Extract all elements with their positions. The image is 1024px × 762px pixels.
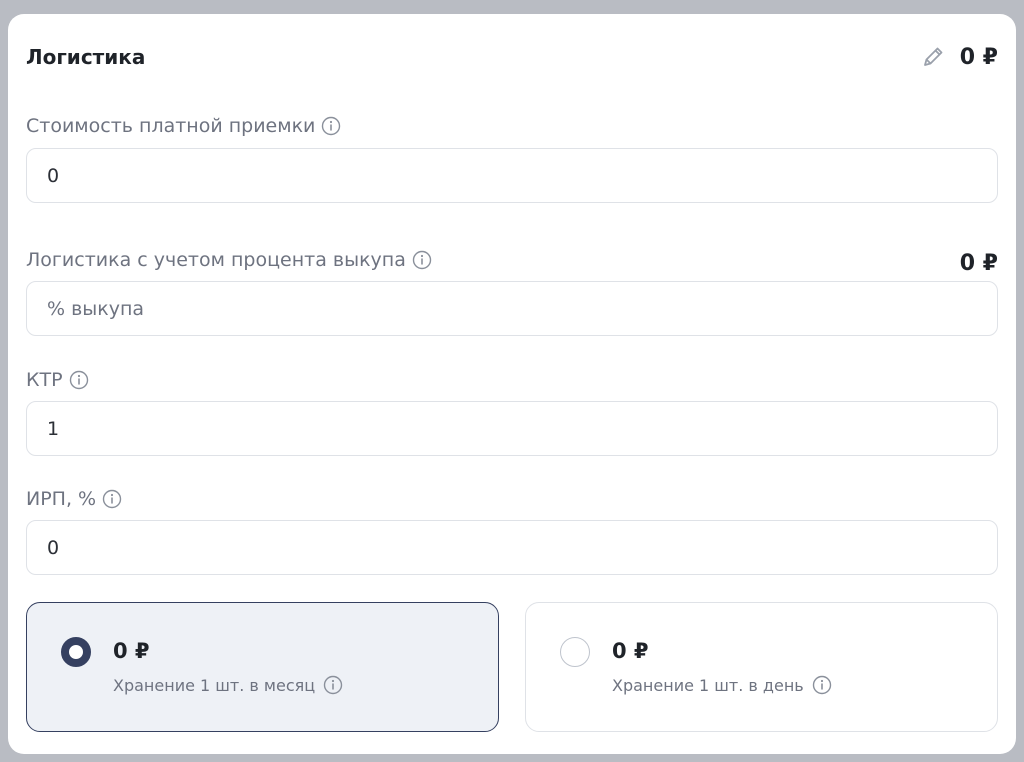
irp-label: ИРП, %: [26, 488, 122, 510]
storage-monthly-option[interactable]: 0 ₽ Хранение 1 шт. в месяц: [26, 602, 499, 732]
storage-options: 0 ₽ Хранение 1 шт. в месяц 0 ₽ Хранение …: [26, 602, 998, 732]
irp-label-text: ИРП, %: [26, 488, 97, 510]
logistics-panel: Логистика 0 ₽ Стоимость платной приемки …: [8, 14, 1016, 754]
buyout-percent-input[interactable]: % выкупа: [26, 281, 998, 336]
paid-acceptance-input[interactable]: 0: [26, 148, 998, 203]
ktr-label: КТР: [26, 369, 89, 391]
section-title: Логистика: [26, 45, 146, 69]
storage-monthly-label: Хранение 1 шт. в месяц: [113, 675, 343, 695]
logistics-buyout-label-text: Логистика с учетом процента выкупа: [26, 249, 406, 271]
info-icon[interactable]: [69, 370, 89, 390]
logistics-buyout-label: Логистика с учетом процента выкупа: [26, 249, 432, 271]
storage-monthly-amount: 0 ₽: [113, 639, 150, 663]
section-header: Логистика 0 ₽: [26, 42, 998, 72]
ktr-label-text: КТР: [26, 369, 63, 391]
paid-acceptance-label: Стоимость платной приемки: [26, 115, 341, 137]
header-actions: 0 ₽: [920, 44, 998, 70]
info-icon[interactable]: [102, 489, 122, 509]
storage-monthly-label-text: Хранение 1 шт. в месяц: [113, 675, 316, 695]
pencil-icon[interactable]: [920, 44, 946, 70]
info-icon[interactable]: [321, 116, 341, 136]
irp-input[interactable]: 0: [26, 520, 998, 575]
section-total: 0 ₽: [959, 44, 998, 70]
storage-daily-label: Хранение 1 шт. в день: [612, 675, 832, 695]
ktr-input[interactable]: 1: [26, 401, 998, 456]
info-icon[interactable]: [323, 675, 343, 695]
storage-daily-amount: 0 ₽: [612, 639, 649, 663]
paid-acceptance-label-text: Стоимость платной приемки: [26, 115, 316, 137]
logistics-buyout-amount: 0 ₽: [959, 251, 998, 276]
storage-daily-label-text: Хранение 1 шт. в день: [612, 675, 804, 695]
storage-daily-radio[interactable]: [560, 637, 590, 667]
storage-daily-option[interactable]: 0 ₽ Хранение 1 шт. в день: [525, 602, 998, 732]
info-icon[interactable]: [812, 675, 832, 695]
info-icon[interactable]: [412, 250, 432, 270]
storage-monthly-radio[interactable]: [61, 637, 91, 667]
